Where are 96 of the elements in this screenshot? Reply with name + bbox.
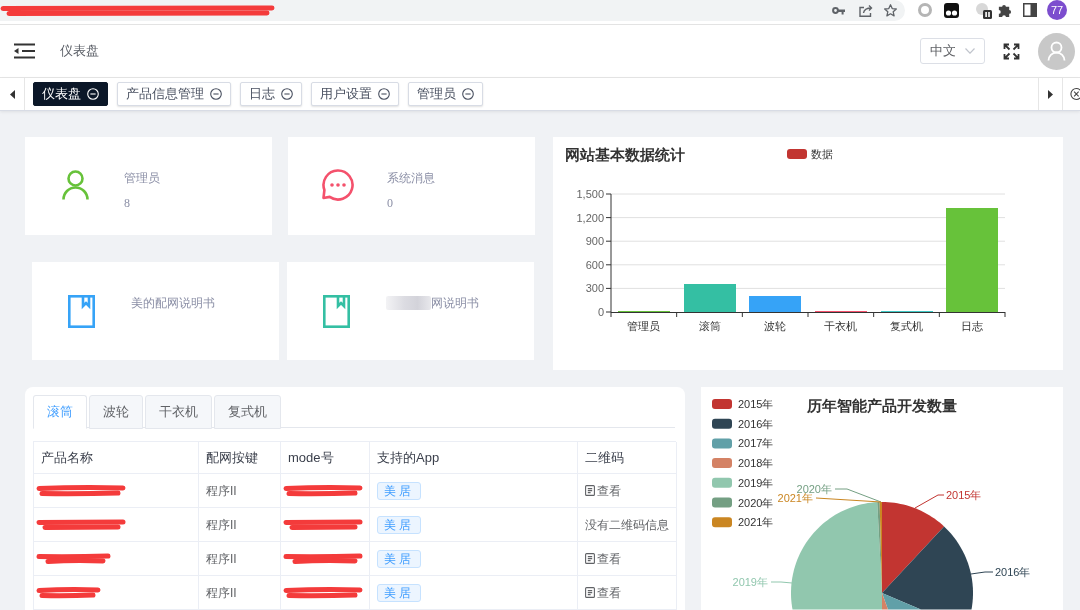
slice-label: 2016年 (995, 566, 1031, 578)
column-header: 支持的App (370, 442, 578, 474)
legend-swatch-icon[interactable] (712, 438, 732, 449)
key-icon[interactable] (832, 6, 845, 15)
leader-line (914, 494, 945, 509)
view-link[interactable]: 查看 (585, 481, 621, 500)
axis-category-label: 日志 (961, 320, 984, 332)
page-tab[interactable]: 管理员 (408, 82, 483, 106)
legend-swatch-icon[interactable] (712, 517, 732, 528)
legend-swatch-icon[interactable] (712, 477, 732, 488)
manual-title: 网说明书 (431, 296, 479, 310)
table-cell: 没有二维码信息 (578, 508, 677, 542)
caret-left-icon[interactable] (9, 89, 15, 99)
product-tab[interactable]: 干衣机 (145, 395, 212, 429)
column-header: 产品名称 (34, 442, 199, 474)
axis-tick-label: 600 (585, 258, 604, 271)
axis-category-label: 管理员 (627, 320, 661, 332)
redaction-mark (36, 586, 101, 599)
puzzle-icon[interactable] (997, 3, 1012, 18)
legend-label[interactable]: 2017年 (738, 437, 774, 450)
legend-label[interactable]: 2020年 (738, 496, 774, 509)
axis-tick-label: 1,500 (576, 188, 604, 200)
legend-swatch-icon[interactable] (712, 399, 732, 409)
axis-tick-label: 900 (585, 235, 604, 248)
star-icon[interactable] (884, 4, 897, 17)
stat-label: 管理员 (124, 171, 160, 185)
table-cell: 程序II (199, 508, 281, 542)
view-link[interactable]: 查看 (585, 583, 621, 602)
legend-label[interactable]: 2018年 (738, 457, 774, 470)
column-header: mode号 (281, 442, 370, 474)
legend-swatch-icon[interactable] (787, 149, 807, 159)
slice-label: 2021年 (777, 492, 813, 504)
chart-title: 历年智能产品开发数量 (807, 397, 957, 414)
column-header: 配网按键 (199, 442, 281, 474)
globe-pause-icon[interactable] (975, 2, 992, 19)
axis-tick-label: 300 (585, 282, 604, 295)
product-tab[interactable]: 复式机 (214, 395, 281, 429)
app-tag: 美居 (377, 481, 421, 500)
chevron-down-icon (965, 48, 975, 54)
product-tab[interactable]: 波轮 (89, 395, 143, 429)
chart-title: 网站基本数据统计 (565, 146, 685, 163)
stat-label: 系统消息 (387, 171, 435, 185)
leader-line (770, 581, 793, 584)
stat-value: 8 (124, 196, 130, 210)
legend-label[interactable]: 数据 (811, 148, 833, 160)
page-tab[interactable]: 仪表盘 (33, 82, 108, 106)
stat-value: 0 (387, 196, 393, 210)
slice-label: 2015年 (946, 489, 982, 501)
manual-title: 美的配网说明书 (131, 296, 215, 310)
minus-circle-icon[interactable] (210, 88, 222, 100)
app-tag: 美居 (377, 583, 421, 602)
side-panel-icon[interactable] (1023, 3, 1037, 17)
book-icon (68, 295, 95, 328)
caret-right-icon[interactable] (1048, 89, 1053, 99)
legend-swatch-icon[interactable] (712, 458, 732, 469)
slice-label: 2019年 (732, 576, 768, 588)
app-tag: 美居 (377, 515, 421, 534)
breadcrumb: 仪表盘 (60, 42, 99, 61)
page-tab[interactable]: 产品信息管理 (117, 82, 231, 106)
minus-circle-icon[interactable] (378, 88, 390, 100)
language-select[interactable]: 中文 (920, 38, 985, 64)
legend-swatch-icon[interactable] (712, 418, 732, 429)
legend-label[interactable]: 2019年 (738, 476, 774, 489)
table-cell: 程序II (199, 474, 281, 508)
chat-bubble-icon (320, 169, 354, 202)
axis-category-label: 滚筒 (698, 320, 721, 332)
document-icon (585, 485, 595, 496)
legend-swatch-icon[interactable] (712, 497, 732, 508)
column-header: 二维码 (578, 442, 677, 474)
axis-category-label: 波轮 (764, 320, 787, 332)
minus-circle-icon[interactable] (462, 88, 474, 100)
minus-circle-icon[interactable] (281, 88, 293, 100)
page-tab[interactable]: 日志 (240, 82, 302, 106)
two-dot-tile-icon[interactable] (944, 3, 959, 18)
app-tag: 美居 (377, 549, 421, 568)
menu-icon[interactable] (14, 43, 35, 59)
view-link[interactable]: 查看 (585, 549, 621, 568)
user-icon (62, 170, 89, 201)
document-icon (585, 587, 595, 598)
axis-tick-label: 1,200 (576, 211, 604, 224)
profile-button[interactable]: 77 (1047, 0, 1067, 20)
legend-label[interactable]: 2021年 (738, 516, 774, 529)
axis-tick-label: 0 (597, 306, 604, 318)
legend-label[interactable]: 2015年 (738, 398, 774, 410)
document-icon (585, 553, 595, 564)
leader-line (970, 571, 994, 575)
share-icon[interactable] (859, 4, 873, 17)
fullscreen-icon[interactable] (1003, 42, 1020, 60)
table-cell: 程序II (199, 576, 281, 610)
page-tab[interactable]: 用户设置 (311, 82, 399, 106)
axis-category-label: 复式机 (890, 320, 923, 332)
axis-category-label: 干衣机 (824, 320, 858, 332)
address-bar[interactable] (0, 0, 905, 21)
legend-label[interactable]: 2016年 (738, 417, 774, 430)
table-cell: 程序II (199, 542, 281, 576)
book-icon (323, 295, 350, 328)
